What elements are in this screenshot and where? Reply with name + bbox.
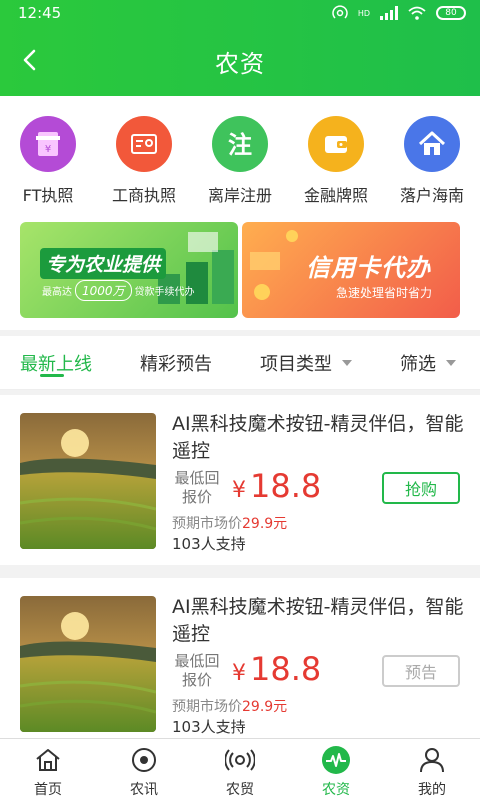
house-icon [404,116,460,172]
svg-text:注: 注 [228,131,252,159]
nav-label: 首页 [34,782,62,798]
tab-active-indicator [40,374,64,377]
supplies-icon [321,745,351,775]
market-value: 29.9元 [242,699,288,715]
supporters-count: 103人支持 [172,718,246,736]
product-title[interactable]: AI黑科技魔术按钮-精灵伴侣，智能遥控 [172,594,464,648]
banner-row: 专为农业提供 最高达 1000万 贷款手续代办 信用卡代办 急速处理省时省力 [0,218,480,330]
battery-icon: 80 [436,6,466,20]
tab-latest[interactable]: 最新上线 [20,350,92,376]
tab-label: 最新上线 [20,354,92,375]
dropdown-arrow-icon [342,360,352,366]
svg-text:¥: ¥ [45,144,51,155]
product-card[interactable]: AI黑科技魔术按钮-精灵伴侣，智能遥控 最低回报价 ¥18.8 预期市场价29.… [0,578,480,748]
category-finance-license[interactable]: 金融牌照 [288,116,384,206]
hotspot-icon [332,5,348,19]
product-price: ¥18.8 [232,650,321,688]
wallet-icon [308,116,364,172]
price-value: 18.8 [250,467,322,505]
product-image [20,596,156,732]
preview-button[interactable]: 预告 [382,655,460,687]
tab-label: 筛选 [400,354,436,375]
nav-home[interactable]: 首页 [0,745,96,799]
product-image [20,413,156,549]
coins-illustration [250,230,298,300]
banner-subtitle: 急速处理省时省力 [336,286,433,300]
banner-agri-loan[interactable]: 专为农业提供 最高达 1000万 贷款手续代办 [20,222,238,318]
nav-news[interactable]: 农讯 [96,745,192,799]
category-label: 离岸注册 [207,186,272,205]
banner-sub-prefix: 最高达 [42,287,72,298]
nav-label: 我的 [418,782,446,798]
nav-trade[interactable]: 农贸 [192,745,288,799]
banner-amount: 1000万 [75,280,132,301]
nav-label: 农贸 [226,782,254,798]
nav-profile[interactable]: 我的 [384,745,480,799]
nav-label: 农资 [322,782,350,798]
banner-title: 信用卡代办 [306,254,431,282]
category-offshore-register[interactable]: 注 离岸注册 [192,116,288,206]
product-card[interactable]: AI黑科技魔术按钮-精灵伴侣，智能遥控 最低回报价 ¥18.8 预期市场价29.… [0,395,480,565]
nav-label: 农讯 [130,782,158,798]
category-label: 工商执照 [111,186,176,205]
news-icon [129,745,159,775]
tab-filter[interactable]: 筛选 [400,350,456,376]
tab-label: 精彩预告 [140,354,212,375]
filter-tabs: 最新上线 精彩预告 项目类型 筛选 [0,336,480,390]
dropdown-arrow-icon [446,360,456,366]
banner-credit-card[interactable]: 信用卡代办 急速处理省时省力 [242,222,460,318]
home-icon [33,745,63,775]
register-icon: 注 [212,116,268,172]
price-label: 最低回报价 [174,469,220,506]
category-business-license[interactable]: 工商执照 [96,116,192,206]
category-label: 金融牌照 [303,186,368,205]
page-title: 农资 [215,49,265,78]
currency-symbol: ¥ [232,661,246,686]
banner-subtitle: 最高达 1000万 贷款手续代办 [42,280,195,301]
profile-icon [417,745,447,775]
supporters-count: 103人支持 [172,535,246,553]
license-card-icon [116,116,172,172]
category-label: FT执照 [22,186,74,205]
battery-level: 80 [445,8,457,18]
currency-symbol: ¥ [232,478,246,503]
market-label: 预期市场价 [172,699,242,715]
banner-sub-suffix: 贷款手续代办 [134,287,195,298]
signal-icon [380,6,398,20]
tab-label: 项目类型 [260,354,332,375]
back-icon[interactable] [18,48,42,72]
buy-button[interactable]: 抢购 [382,472,460,504]
banner-title: 专为农业提供 [40,248,167,279]
wifi-icon [408,6,426,20]
market-price: 预期市场价29.9元 [172,513,287,533]
price-value: 18.8 [250,650,322,688]
market-label: 预期市场价 [172,516,242,532]
category-grid: ¥ FT执照 工商执照 注 离岸注册 金融牌照 落户海南 [0,96,480,218]
product-title[interactable]: AI黑科技魔术按钮-精灵伴侣，智能遥控 [172,411,464,465]
status-time: 12:45 [18,4,62,22]
tab-project-type[interactable]: 项目类型 [260,350,352,376]
category-label: 落户海南 [399,186,464,205]
category-settle-hainan[interactable]: 落户海南 [384,116,480,206]
atm-icon: ¥ [20,116,76,172]
status-bar: 12:45 HD 80 [0,0,480,26]
navbar: 农资 [0,26,480,96]
category-ft-license[interactable]: ¥ FT执照 [0,116,96,206]
header: 12:45 HD 80 农资 [0,0,480,96]
network-label: HD [357,8,370,18]
product-price: ¥18.8 [232,467,321,505]
price-label: 最低回报价 [174,652,220,689]
market-value: 29.9元 [242,516,288,532]
market-price: 预期市场价29.9元 [172,696,287,716]
status-icons: HD 80 [332,5,466,21]
tab-preview[interactable]: 精彩预告 [140,350,212,376]
bottom-nav: 首页 农讯 农贸 农资 我的 [0,738,480,800]
trade-icon [225,745,255,775]
nav-supplies[interactable]: 农资 [288,745,384,799]
